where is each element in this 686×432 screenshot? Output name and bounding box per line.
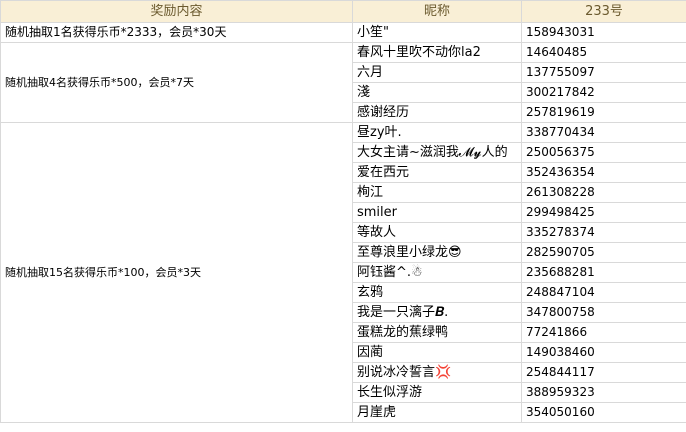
id-cell: 250056375: [521, 142, 686, 163]
prize-cell: 随机抽取4名获得乐币*500，会员*7天: [0, 42, 353, 123]
nickname-cell: 小笙": [352, 22, 522, 43]
table-row: 随机抽取4名获得乐币*500，会员*7天 春风十里吹不动你la2 14640485: [0, 42, 686, 123]
nickname-cell: 昼zy叶.: [352, 122, 522, 143]
id-cell: 77241866: [521, 322, 686, 343]
nickname-cell: 六月: [352, 62, 522, 83]
id-cell: 354050160: [521, 402, 686, 423]
nickname-cell: 我是一只漓子𝑩.: [352, 302, 522, 323]
nickname-cell: 等故人: [352, 222, 522, 243]
nickname-cell: 月崖虎: [352, 402, 522, 423]
id-cell: 235688281: [521, 262, 686, 283]
nickname-cell: 栒江: [352, 182, 522, 203]
nickname-cell: 爱在西元: [352, 162, 522, 183]
nickname-cell: 因蔺: [352, 342, 522, 363]
id-cell: 388959323: [521, 382, 686, 403]
table-row: 随机抽取15名获得乐币*100，会员*3天 昼zy叶. 338770434: [0, 122, 686, 423]
id-cell: 300217842: [521, 82, 686, 103]
id-cell: 347800758: [521, 302, 686, 323]
id-cell: 282590705: [521, 242, 686, 263]
nickname-cell: 长生似浮游: [352, 382, 522, 403]
nickname-cell: smiler: [352, 202, 522, 223]
id-cell: 261308228: [521, 182, 686, 203]
id-cell: 248847104: [521, 282, 686, 303]
nickname-column-header: 昵称: [352, 0, 522, 23]
id-cell: 149038460: [521, 342, 686, 363]
table-row: 随机抽取1名获得乐币*2333，会员*30天 小笙" 158943031: [0, 22, 686, 43]
id-column-header: 233号: [521, 0, 686, 23]
id-cell: 299498425: [521, 202, 686, 223]
id-cell: 137755097: [521, 62, 686, 83]
winners-table: 奖励内容 昵称 233号 随机抽取1名获得乐币*2333，会员*30天 小笙" 15…: [0, 0, 686, 423]
prize-cell: 随机抽取1名获得乐币*2333，会员*30天: [0, 22, 353, 43]
nickname-cell: 阿钰酱^.☃: [352, 262, 522, 283]
id-cell: 14640485: [521, 42, 686, 63]
id-cell: 257819619: [521, 102, 686, 123]
header-row: 奖励内容 昵称 233号: [0, 0, 686, 23]
table-body: 随机抽取1名获得乐币*2333，会员*30天 小笙" 158943031 随机抽取4名…: [0, 22, 686, 423]
prize-cell: 随机抽取15名获得乐币*100，会员*3天: [0, 122, 353, 423]
id-cell: 158943031: [521, 22, 686, 43]
nickname-cell: 感谢经历: [352, 102, 522, 123]
id-cell: 335278374: [521, 222, 686, 243]
prize-column-header: 奖励内容: [0, 0, 353, 23]
nickname-cell: 春风十里吹不动你la2: [352, 42, 522, 63]
nickname-cell: 蛋糕龙的蕉绿鸭: [352, 322, 522, 343]
id-cell: 338770434: [521, 122, 686, 143]
nickname-cell: 大女主请~滋润我𝓜𝔂人的: [352, 142, 522, 163]
id-cell: 254844117: [521, 362, 686, 383]
nickname-cell: 玄鸦: [352, 282, 522, 303]
nickname-cell: 至尊浪里小绿龙😎: [352, 242, 522, 263]
nickname-cell: 别说冰冷誓言💢: [352, 362, 522, 383]
nickname-cell: 淺: [352, 82, 522, 103]
id-cell: 352436354: [521, 162, 686, 183]
